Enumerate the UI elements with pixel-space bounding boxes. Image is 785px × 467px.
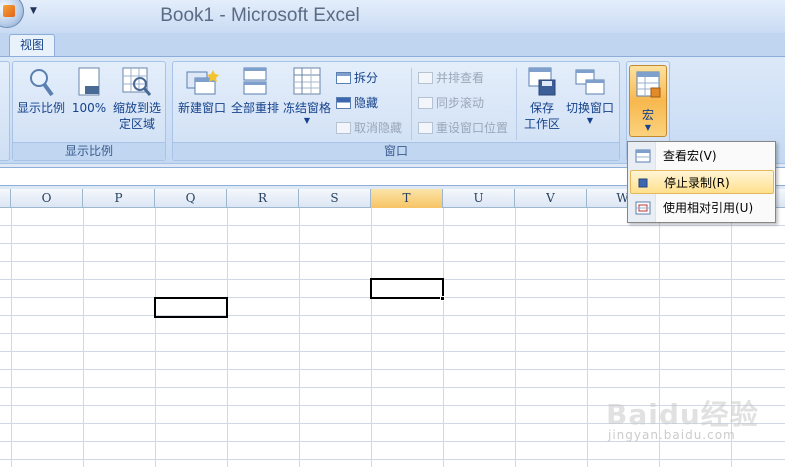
previous-group-edge	[0, 61, 10, 161]
selected-cell-outline[interactable]	[154, 297, 228, 318]
macros-dropdown-menu: 查看宏(V) 停止录制(R) 使用相对引用(U)	[627, 141, 776, 223]
reset-window-position-button[interactable]: 重设窗口位置	[418, 118, 508, 138]
reset-window-position-label: 重设窗口位置	[436, 121, 509, 135]
watermark-url: jingyan.baidu.com	[608, 428, 736, 442]
magnifier-icon	[30, 69, 54, 97]
column-header[interactable]: P	[83, 189, 155, 208]
ribbon-tab-row: 视图	[0, 33, 785, 58]
tab-view[interactable]: 视图	[9, 34, 55, 58]
split-button[interactable]: 拆分	[336, 68, 378, 88]
view-side-by-side-button[interactable]: 并排查看	[418, 68, 484, 88]
save-workspace-button[interactable]: 保存 工作区	[521, 66, 563, 132]
split-icon	[336, 72, 351, 84]
menu-item-stop-recording[interactable]: 停止录制(R)	[630, 170, 774, 194]
unhide-label: 取消隐藏	[354, 121, 403, 135]
zoom-selection-icon	[122, 67, 152, 96]
arrange-all-button[interactable]: 全部重排	[229, 66, 281, 116]
macros-button-label: 宏	[641, 108, 654, 122]
zoom-to-selection-label: 缩放到选定区域	[112, 101, 161, 131]
arrange-all-label: 全部重排	[230, 101, 279, 115]
view-macros-icon	[635, 149, 651, 163]
menu-item-relative-reference[interactable]: 使用相对引用(U)	[630, 196, 774, 220]
column-header-partial[interactable]	[0, 189, 11, 208]
hide-button[interactable]: 隐藏	[336, 93, 378, 113]
zoom-100-label: 100%	[71, 101, 107, 115]
new-window-icon	[186, 70, 219, 95]
macros-dropdown-icon: ▼	[644, 123, 652, 132]
switch-windows-dropdown-icon: ▼	[586, 116, 594, 125]
hide-label: 隐藏	[354, 96, 379, 110]
unhide-button[interactable]: 取消隐藏	[336, 118, 402, 138]
switch-windows-button[interactable]: 切换窗口 ▼	[563, 66, 617, 126]
column-header[interactable]: S	[299, 189, 371, 208]
view-side-by-side-label: 并排查看	[436, 71, 485, 85]
save-workspace-label-line2: 工作区	[523, 117, 560, 131]
macros-icon	[636, 71, 661, 98]
group-separator	[516, 68, 517, 140]
watermark-text: Baidu经验	[606, 398, 759, 431]
watermark: Baidu经验 jingyan.baidu.com	[586, 390, 776, 450]
freeze-panes-icon	[293, 67, 321, 95]
active-cell[interactable]	[370, 278, 444, 299]
zoom-button-label: 显示比例	[16, 101, 65, 115]
menu-item-label: 使用相对引用(U)	[663, 201, 754, 215]
arrange-all-icon	[243, 67, 267, 95]
freeze-panes-dropdown-icon: ▼	[303, 116, 311, 125]
fill-handle[interactable]	[440, 296, 445, 301]
unhide-icon	[336, 122, 351, 134]
column-header[interactable]: U	[443, 189, 515, 208]
switch-windows-icon	[575, 69, 605, 95]
page-100-icon	[78, 67, 100, 96]
save-workspace-label-line1: 保存	[529, 101, 554, 115]
column-header[interactable]: V	[515, 189, 587, 208]
menu-item-label: 查看宏(V)	[663, 149, 717, 163]
freeze-panes-button[interactable]: 冻结窗格 ▼	[281, 66, 333, 126]
title-bar: ▼ Book1 - Microsoft Excel	[0, 0, 785, 33]
window-title: Book1 - Microsoft Excel	[160, 5, 360, 26]
sync-scroll-icon	[418, 97, 433, 109]
zoom-100-button[interactable]: 100%	[69, 66, 109, 116]
column-header[interactable]: Q	[155, 189, 227, 208]
split-label: 拆分	[354, 71, 379, 85]
switch-windows-label: 切换窗口	[565, 101, 614, 115]
relative-reference-icon	[635, 201, 651, 215]
new-window-label: 新建窗口	[177, 101, 226, 115]
column-header-active[interactable]: T	[371, 189, 443, 208]
menu-item-view-macros[interactable]: 查看宏(V)	[630, 144, 774, 168]
zoom-group-label: 显示比例	[13, 142, 165, 160]
reset-position-icon	[418, 122, 433, 134]
zoom-button[interactable]: 显示比例	[16, 66, 66, 116]
macros-button[interactable]: 宏 ▼	[629, 65, 667, 137]
synchronous-scrolling-label: 同步滚动	[436, 96, 485, 110]
freeze-panes-label: 冻结窗格	[282, 101, 331, 115]
window-group-label: 窗口	[173, 142, 619, 160]
column-header[interactable]: O	[11, 189, 83, 208]
hide-icon	[336, 97, 351, 109]
stop-recording-icon	[638, 178, 648, 188]
side-by-side-icon	[418, 72, 433, 84]
group-separator	[411, 68, 412, 140]
window-group: 新建窗口 全部重排 冻结窗格 ▼ 拆分 隐藏 取消隐藏 并排查看 同步滚动 重设…	[172, 61, 620, 161]
zoom-group: 显示比例 100% 缩放到选定区域 显示比例	[12, 61, 166, 161]
zoom-to-selection-button[interactable]: 缩放到选定区域	[110, 66, 164, 132]
new-window-button[interactable]: 新建窗口	[175, 66, 229, 116]
synchronous-scrolling-button[interactable]: 同步滚动	[418, 93, 484, 113]
column-header[interactable]: R	[227, 189, 299, 208]
save-workspace-icon	[528, 67, 556, 96]
menu-item-label: 停止录制(R)	[664, 176, 730, 190]
